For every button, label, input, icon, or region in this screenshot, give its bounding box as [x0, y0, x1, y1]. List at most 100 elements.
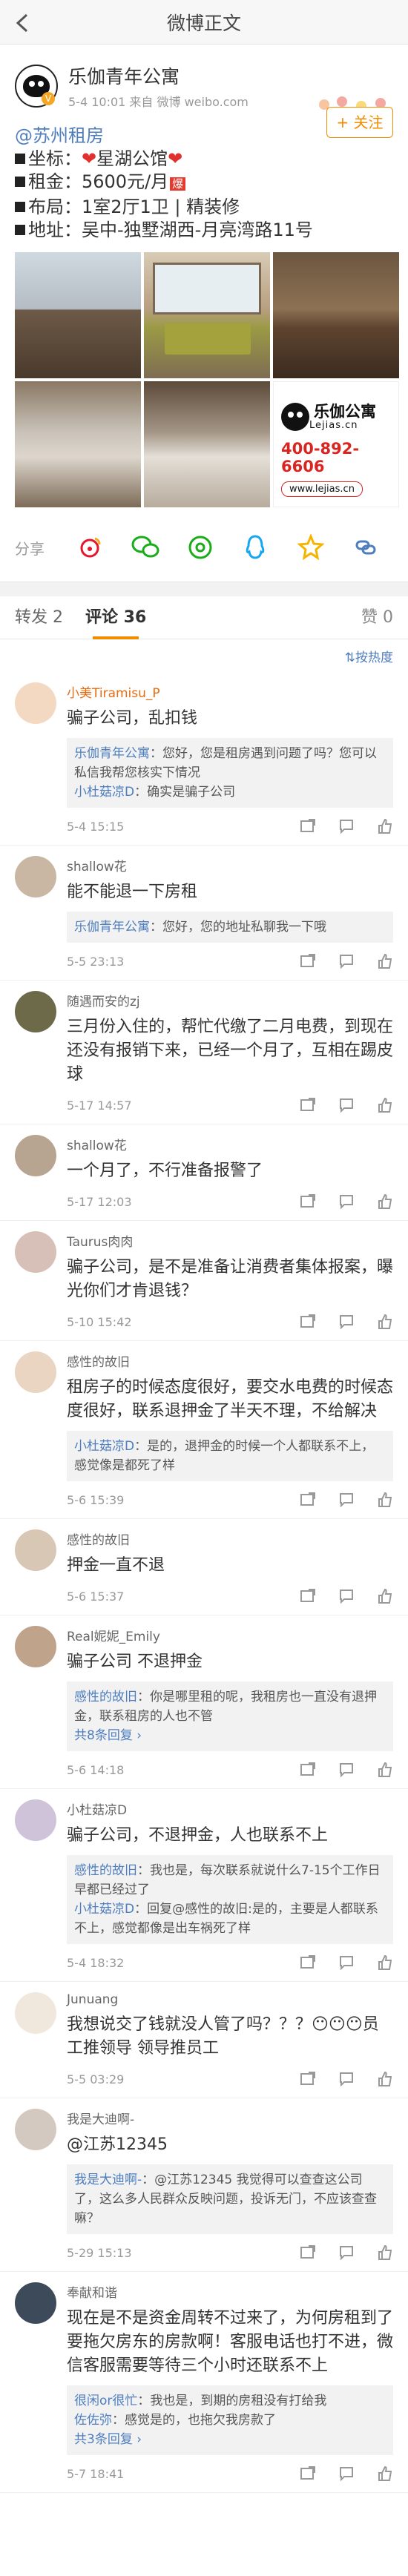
reply-author[interactable]: 乐伽青年公寓	[74, 746, 150, 761]
reply-box[interactable]: 乐伽青年公寓：您好，您是租房遇到问题了吗？您可以私信我帮您核实下情况 小杜菇凉D：…	[67, 738, 393, 808]
reply-author[interactable]: 我是大迪啊-	[74, 2173, 142, 2187]
like-icon[interactable]	[377, 2071, 393, 2087]
comment-icon[interactable]	[338, 1954, 355, 1971]
repost-icon[interactable]	[300, 1097, 316, 1113]
more-replies-link[interactable]: 共8条回复 ›	[74, 1726, 386, 1745]
commenter-avatar[interactable]	[15, 1992, 56, 2034]
repost-icon[interactable]	[300, 1588, 316, 1604]
commenter-name[interactable]: 我是大迪啊-	[67, 2109, 393, 2127]
reply-box[interactable]: 感性的故旧：我也是，每次联系就说什么7-15个工作日 早都已经过了 小杜菇凉D：回…	[67, 1855, 393, 1944]
commenter-name[interactable]: shallow花	[67, 1135, 393, 1153]
like-icon[interactable]	[377, 1314, 393, 1330]
commenter-name[interactable]: 小杜菇凉D	[67, 1799, 393, 1818]
like-icon[interactable]	[377, 953, 393, 969]
reply-text: 感觉是的，也拖欠我房款了	[125, 2413, 276, 2428]
follow-button[interactable]: + 关注	[326, 107, 393, 138]
repost-icon[interactable]	[300, 1314, 316, 1330]
photo-brand-ad[interactable]: 乐伽公寓 Lejias.cn 400-892-6606 www.lejias.c…	[273, 381, 399, 507]
back-arrow-icon[interactable]	[10, 10, 36, 36]
comment-icon[interactable]	[338, 953, 355, 969]
repost-icon[interactable]	[300, 2465, 316, 2482]
reply-author[interactable]: 小杜菇凉D	[74, 1902, 134, 1917]
repost-icon[interactable]	[300, 1193, 316, 1210]
repost-icon[interactable]	[300, 1762, 316, 1778]
comment-icon[interactable]	[338, 818, 355, 834]
moments-share-icon[interactable]	[173, 530, 228, 564]
sort-toggle[interactable]: ⇅按热度	[0, 639, 408, 672]
commenter-avatar[interactable]	[15, 2109, 56, 2150]
reply-author[interactable]: 乐伽青年公寓	[74, 920, 150, 935]
more-replies-link[interactable]: 共3条回复 ›	[74, 2430, 386, 2449]
qq-share-icon[interactable]	[228, 530, 283, 564]
reply-author[interactable]: 佐佐弥	[74, 2413, 112, 2428]
tab-reposts[interactable]: 转发 2	[15, 596, 63, 639]
repost-icon[interactable]	[300, 2071, 316, 2087]
reply-box[interactable]: 我是大迪啊-：@江苏12345 我觉得可以查查这公司了，这么多人民群众反映问题，…	[67, 2164, 393, 2234]
qzone-share-icon[interactable]	[283, 530, 338, 564]
commenter-name[interactable]: 感性的故旧	[67, 1351, 393, 1370]
commenter-name[interactable]: Junuang	[67, 1992, 393, 2007]
like-icon[interactable]	[377, 818, 393, 834]
comment-icon[interactable]	[338, 2071, 355, 2087]
like-icon[interactable]	[377, 1097, 393, 1113]
photo-kitchen[interactable]	[15, 381, 141, 507]
photo-dining-room[interactable]	[273, 252, 399, 378]
repost-icon[interactable]	[300, 1492, 316, 1508]
tab-likes[interactable]: 赞 0	[361, 596, 393, 639]
copy-link-icon[interactable]	[338, 530, 393, 564]
photo-living-room[interactable]	[15, 252, 141, 378]
commenter-avatar[interactable]	[15, 991, 56, 1032]
commenter-name[interactable]: 小美Tiramisu_P	[67, 682, 393, 701]
commenter-avatar[interactable]	[15, 1135, 56, 1176]
comment-icon[interactable]	[338, 1193, 355, 1210]
like-icon[interactable]	[377, 1588, 393, 1604]
reply-box[interactable]: 乐伽青年公寓：您好，您的地址私聊我一下哦	[67, 912, 393, 943]
comment-icon[interactable]	[338, 2244, 355, 2261]
like-icon[interactable]	[377, 2244, 393, 2261]
comment-icon[interactable]	[338, 1314, 355, 1330]
repost-icon[interactable]	[300, 2244, 316, 2261]
reply-author[interactable]: 小杜菇凉D	[74, 785, 134, 800]
reply-author[interactable]: 感性的故旧	[74, 1863, 137, 1878]
commenter-avatar[interactable]	[15, 682, 56, 724]
repost-icon[interactable]	[300, 1954, 316, 1971]
commenter-name[interactable]: Real妮妮_Emily	[67, 1626, 393, 1644]
comment-icon[interactable]	[338, 2465, 355, 2482]
weibo-share-icon[interactable]	[62, 530, 117, 564]
repost-icon[interactable]	[300, 953, 316, 969]
commenter-name[interactable]: 感性的故旧	[67, 1529, 393, 1548]
comment-icon[interactable]	[338, 1097, 355, 1113]
commenter-name[interactable]: shallow花	[67, 856, 393, 874]
tab-comments[interactable]: 评论 36	[85, 596, 146, 639]
like-icon[interactable]	[377, 1193, 393, 1210]
commenter-avatar[interactable]	[15, 1231, 56, 1273]
location-tag[interactable]: @苏州租房	[15, 125, 104, 146]
photo-bathroom[interactable]	[144, 381, 270, 507]
reply-box[interactable]: 感性的故旧：你是哪里租的呢，我租房也一直没有退押金，联系租房的人也不管 共8条回复…	[67, 1681, 393, 1751]
commenter-name[interactable]: 奉献和谐	[67, 2282, 393, 2301]
reply-box[interactable]: 小杜菇凉D：是的，退押金的时候一个人都联系不上，感觉像是都死了样	[67, 1431, 393, 1481]
commenter-avatar[interactable]	[15, 1351, 56, 1393]
reply-author[interactable]: 小杜菇凉D	[74, 1439, 134, 1454]
author-name[interactable]: 乐伽青年公寓	[68, 62, 249, 89]
commenter-avatar[interactable]	[15, 2282, 56, 2324]
like-icon[interactable]	[377, 1762, 393, 1778]
reply-box[interactable]: 很闲or很忙：我也是，到期的房租没有打给我 佐佐弥：感觉是的，也拖欠我房款了 共3条…	[67, 2385, 393, 2455]
reply-author[interactable]: 感性的故旧	[74, 1690, 137, 1704]
like-icon[interactable]	[377, 1954, 393, 1971]
comment-icon[interactable]	[338, 1588, 355, 1604]
comment-icon[interactable]	[338, 1492, 355, 1508]
repost-icon[interactable]	[300, 818, 316, 834]
comment-icon[interactable]	[338, 1762, 355, 1778]
commenter-avatar[interactable]	[15, 856, 56, 897]
commenter-name[interactable]: 随遇而安的zj	[67, 991, 393, 1009]
photo-bedroom[interactable]	[144, 252, 270, 378]
like-icon[interactable]	[377, 2465, 393, 2482]
commenter-avatar[interactable]	[15, 1626, 56, 1667]
reply-author[interactable]: 很闲or很忙	[74, 2394, 137, 2408]
commenter-avatar[interactable]	[15, 1799, 56, 1841]
commenter-avatar[interactable]	[15, 1529, 56, 1571]
commenter-name[interactable]: Taurus肉肉	[67, 1231, 393, 1250]
like-icon[interactable]	[377, 1492, 393, 1508]
wechat-share-icon[interactable]	[118, 530, 173, 564]
